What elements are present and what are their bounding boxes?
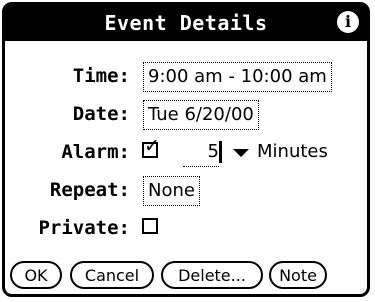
event-details-dialog: Event Details i Time: 9:00 am - 10:00 am… — [2, 2, 370, 297]
alarm-row: Alarm: ✓ 5 Minutes — [5, 135, 367, 171]
date-row: Date: Tue 6/20/00 — [5, 97, 367, 133]
private-row: Private: — [5, 211, 367, 247]
repeat-label: Repeat: — [49, 179, 130, 201]
time-field[interactable]: 9:00 am - 10:00 am — [143, 62, 332, 92]
alarm-amount-field[interactable]: 5 — [183, 138, 219, 167]
delete-button[interactable]: Delete... — [161, 261, 263, 289]
alarm-unit-select[interactable]: Minutes — [257, 140, 328, 164]
repeat-field[interactable]: None — [143, 176, 200, 206]
private-label: Private: — [38, 217, 130, 239]
time-label: Time: — [72, 65, 130, 87]
private-checkbox[interactable] — [142, 218, 158, 234]
button-row: OK Cancel Delete... Note — [10, 261, 368, 291]
alarm-label: Alarm: — [61, 141, 130, 163]
cancel-button[interactable]: Cancel — [70, 261, 154, 289]
check-icon: ✓ — [144, 135, 160, 157]
date-field[interactable]: Tue 6/20/00 — [143, 100, 259, 130]
dialog-title: Event Details — [104, 11, 268, 35]
text-cursor — [219, 141, 222, 163]
title-bar: Event Details i — [5, 5, 367, 41]
ok-button[interactable]: OK — [10, 261, 62, 289]
alarm-checkbox[interactable]: ✓ — [142, 135, 160, 158]
repeat-row: Repeat: None — [5, 173, 367, 209]
info-icon[interactable]: i — [337, 11, 359, 33]
dropdown-arrow-icon[interactable] — [233, 149, 249, 157]
date-label: Date: — [72, 103, 130, 125]
note-button[interactable]: Note — [269, 261, 327, 289]
time-row: Time: 9:00 am - 10:00 am — [5, 59, 367, 95]
